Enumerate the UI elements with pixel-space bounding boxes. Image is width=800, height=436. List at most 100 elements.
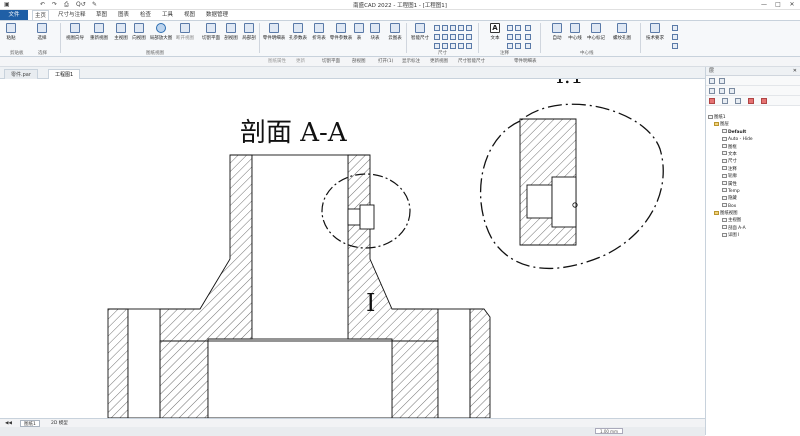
detail-view-button[interactable]: 局部放大图 [148, 23, 174, 41]
tree-node[interactable]: 轮廓 [708, 173, 798, 180]
tree-node[interactable]: Auto - Hide [708, 136, 798, 143]
radius-icon[interactable] [450, 25, 456, 31]
paste-button[interactable]: 粘贴 [3, 23, 19, 41]
hole-callout-icon[interactable] [442, 43, 448, 49]
smart-dimension-tool[interactable]: 尺寸智能尺寸 [458, 58, 485, 64]
tab-data-management[interactable]: 数据管理 [204, 10, 230, 20]
tab-sketch[interactable]: 草图 [94, 10, 109, 20]
dimension-value-icon[interactable] [434, 25, 440, 31]
close-button[interactable]: ✕ [786, 0, 798, 10]
tree-node[interactable]: 属性 [708, 181, 798, 188]
baseline-icon[interactable] [450, 34, 456, 40]
hole-table-button[interactable]: 孔参数表 [287, 23, 309, 41]
parts-list-button[interactable]: 零件明细表 [261, 23, 287, 41]
sheet-icon[interactable] [672, 43, 678, 49]
symbol-icon[interactable] [515, 34, 521, 40]
update-tool[interactable]: 更新 [296, 58, 305, 64]
tab-chart[interactable]: 图表 [116, 10, 131, 20]
diameter-icon[interactable] [458, 25, 464, 31]
tree-node[interactable]: 图纸视图 [708, 210, 798, 217]
angle-icon[interactable] [442, 25, 448, 31]
maximize-button[interactable]: □ [772, 0, 784, 10]
clear-layer-icon[interactable] [761, 98, 767, 104]
text-button[interactable]: A 文本 [486, 23, 504, 41]
bend-table-button[interactable]: 折弯表 [309, 23, 329, 41]
sheet-properties-tool[interactable]: 图纸属性 [268, 58, 286, 64]
cross-icon[interactable] [525, 34, 531, 40]
cut-plane-button[interactable]: 切割平面 [200, 23, 222, 41]
parallel-icon[interactable] [515, 43, 521, 49]
arc-length-icon[interactable] [466, 34, 472, 40]
tolerance-icon[interactable] [507, 25, 513, 31]
layer-icon[interactable] [719, 78, 725, 84]
smart-dimension-button[interactable]: 智能尺寸 [409, 23, 431, 41]
auto-centerline-button[interactable]: 自动 [548, 23, 566, 41]
view-wizard-button[interactable]: 视图向导 [64, 23, 86, 41]
tree-node[interactable]: 主视图 [708, 217, 798, 224]
section-view-tool[interactable]: 剖视图 [352, 58, 366, 64]
perpendicular-icon[interactable] [525, 25, 531, 31]
tree-node[interactable]: 图纸1 [708, 114, 798, 121]
tree-node[interactable]: Default [708, 129, 798, 136]
tab-dimension[interactable]: 尺寸与注释 [56, 10, 88, 20]
file-menu[interactable]: 文件 [0, 10, 28, 20]
chamfer-icon[interactable] [434, 34, 440, 40]
chain-icon[interactable] [442, 34, 448, 40]
weld-icon[interactable] [458, 43, 464, 49]
plus-icon[interactable] [525, 43, 531, 49]
cut-plane-tool[interactable]: 切割平面 [322, 58, 340, 64]
tab-drawing-document[interactable]: 工程图1 [48, 69, 81, 79]
tab-inspect[interactable]: 检查 [138, 10, 153, 20]
balloon-icon[interactable] [507, 43, 513, 49]
tree-node[interactable]: 隐藏 [708, 195, 798, 202]
tab-view[interactable]: 视图 [182, 10, 197, 20]
move-layer-icon[interactable] [735, 98, 741, 104]
sheet-tab-2d-model[interactable]: 2D 模型 [48, 420, 71, 427]
angle2-icon[interactable] [434, 43, 440, 49]
block-table-button[interactable]: 块表 [367, 23, 383, 41]
minimize-button[interactable]: — [758, 0, 770, 10]
tree-node[interactable]: 剖面 A-A [708, 225, 798, 232]
main-view-button[interactable]: 主视图 [112, 23, 130, 41]
symmetric-icon[interactable] [458, 34, 464, 40]
part-params-table-button[interactable]: 零件参数表 [329, 23, 353, 41]
nav-first-icon[interactable]: ◀◀ [2, 420, 15, 427]
tab-home[interactable]: 主页 [32, 10, 50, 20]
tree-node[interactable]: 尺寸 [708, 158, 798, 165]
parts-list-tool[interactable]: 零件明细表 [514, 58, 537, 64]
pin-icon[interactable] [709, 78, 715, 84]
centerline-button[interactable]: 中心线 [566, 23, 584, 41]
partial-section-button[interactable]: 局部剖 [240, 23, 258, 41]
update-view-tool[interactable]: 更新视图 [430, 58, 448, 64]
show-annotations-tool[interactable]: 显示标注 [402, 58, 420, 64]
tree-node[interactable]: 图层 [708, 121, 798, 128]
tree-node[interactable]: Temp [708, 188, 798, 195]
select-button[interactable]: 选择 [34, 23, 50, 41]
thread-hole-button[interactable]: 螺纹孔图 [610, 23, 634, 41]
label-icon[interactable] [515, 25, 521, 31]
remove-layer-icon[interactable] [748, 98, 754, 104]
title-block-icon[interactable] [672, 25, 678, 31]
datum-icon[interactable] [466, 43, 472, 49]
tab-tools[interactable]: 工具 [160, 10, 175, 20]
coordinate-icon[interactable] [466, 25, 472, 31]
break-view-button[interactable]: 断开视图 [174, 23, 196, 41]
reload-view-button[interactable]: 重新视图 [88, 23, 110, 41]
tree-node[interactable]: Box [708, 203, 798, 210]
tree-node[interactable]: 注释 [708, 166, 798, 173]
cloud-table-button[interactable]: 云图表 [385, 23, 405, 41]
detail-view[interactable]: I:1 [480, 64, 664, 270]
section-view-a-a[interactable] [107, 154, 491, 419]
center-mark-button[interactable]: 中心标记 [584, 23, 608, 41]
hide-all-icon[interactable] [719, 88, 725, 94]
surface-icon[interactable] [507, 34, 513, 40]
roughness-icon[interactable] [450, 43, 456, 49]
new-layer-icon[interactable] [722, 98, 728, 104]
border-icon[interactable] [672, 34, 678, 40]
show-all-icon[interactable] [709, 88, 715, 94]
section-view-button[interactable]: 剖视图 [222, 23, 240, 41]
direction-view-button[interactable]: 向视图 [130, 23, 148, 41]
drawing-canvas[interactable]: 剖面 A-A I I:1 [0, 64, 705, 419]
help-icon[interactable] [729, 88, 735, 94]
tab-part-document[interactable]: 零件.par [4, 69, 38, 79]
